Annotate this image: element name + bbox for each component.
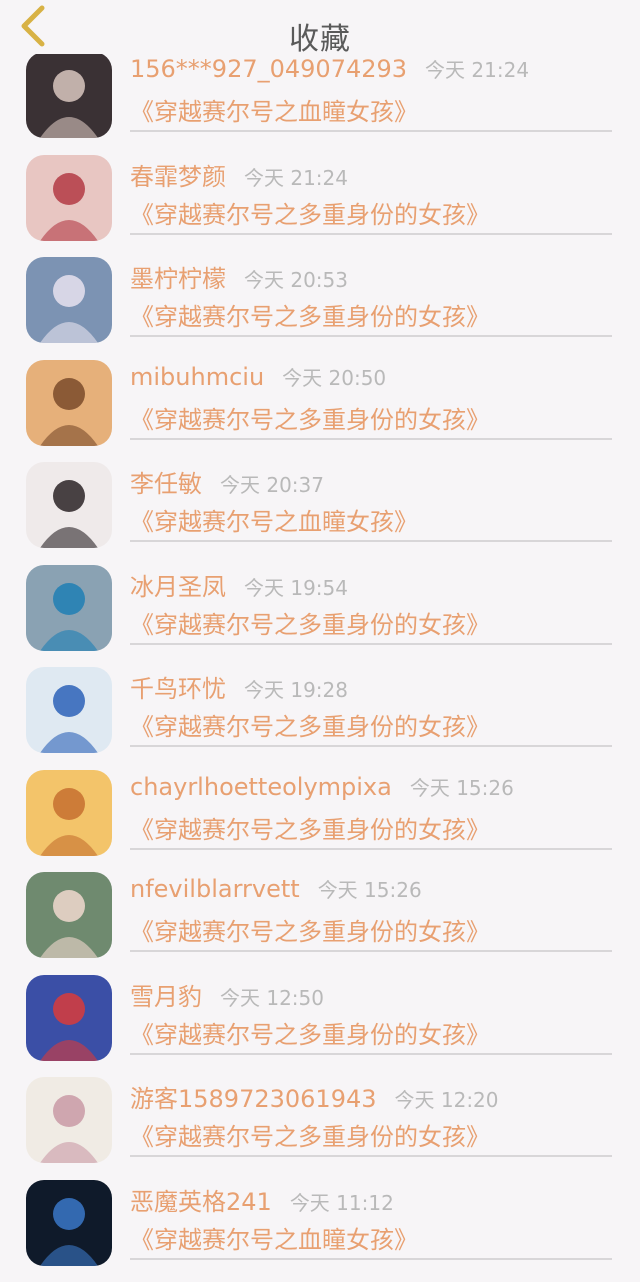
book-title[interactable]: 《穿越赛尔号之血瞳女孩》	[130, 92, 418, 127]
divider	[130, 540, 612, 542]
name-line: 千鸟环忧 今天 19:28	[130, 669, 348, 705]
list-item[interactable]: 156***927_049074293 今天 21:24 《穿越赛尔号之血瞳女孩…	[0, 52, 640, 154]
timestamp: 今天 15:26	[317, 878, 422, 902]
timestamp: 今天 19:28	[244, 678, 348, 702]
list-item[interactable]: 春霏梦颜 今天 21:24 《穿越赛尔号之多重身份的女孩》	[0, 154, 640, 257]
list-item[interactable]: chayrlhoetteolympixa 今天 15:26 《穿越赛尔号之多重身…	[0, 769, 640, 872]
divider	[130, 642, 612, 645]
username[interactable]: nfevilblarrvett	[130, 875, 300, 903]
divider	[130, 950, 612, 952]
divider	[130, 335, 612, 337]
avatar[interactable]	[26, 769, 112, 856]
timestamp: 今天 19:54	[244, 575, 348, 600]
avatar-image	[26, 359, 112, 446]
username[interactable]: 156***927_049074293	[130, 55, 407, 83]
timestamp: 今天 12:20	[394, 1088, 499, 1112]
username[interactable]: 雪月豹	[130, 977, 202, 1012]
list-item[interactable]: 雪月豹 今天 12:50 《穿越赛尔号之多重身份的女孩》	[0, 974, 640, 1077]
avatar[interactable]	[26, 154, 112, 241]
list-item[interactable]: 冰月圣凤 今天 19:54 《穿越赛尔号之多重身份的女孩》	[0, 564, 640, 667]
divider	[130, 437, 612, 440]
list-item[interactable]: nfevilblarrvett 今天 15:26 《穿越赛尔号之多重身份的女孩》	[0, 872, 640, 974]
name-line: 雪月豹 今天 12:50	[130, 977, 324, 1013]
book-title[interactable]: 《穿越赛尔号之多重身份的女孩》	[130, 605, 490, 640]
username[interactable]: 千鸟环忧	[130, 669, 226, 704]
book-title[interactable]: 《穿越赛尔号之多重身份的女孩》	[130, 912, 490, 947]
avatar-image	[26, 52, 112, 138]
name-line: 冰月圣凤 今天 19:54	[130, 567, 348, 603]
book-title[interactable]: 《穿越赛尔号之多重身份的女孩》	[130, 1117, 490, 1152]
avatar[interactable]	[26, 1077, 112, 1163]
avatar-image	[26, 462, 112, 548]
book-title[interactable]: 《穿越赛尔号之多重身份的女孩》	[130, 297, 490, 332]
avatar[interactable]	[26, 872, 112, 958]
timestamp: 今天 20:53	[244, 268, 348, 292]
list-item[interactable]: 千鸟环忧 今天 19:28 《穿越赛尔号之多重身份的女孩》	[0, 667, 640, 769]
username[interactable]: mibuhmciu	[130, 363, 264, 391]
book-title[interactable]: 《穿越赛尔号之多重身份的女孩》	[130, 810, 490, 845]
avatar-image	[26, 154, 112, 241]
book-title[interactable]: 《穿越赛尔号之多重身份的女孩》	[130, 400, 490, 435]
timestamp: 今天 11:12	[289, 1190, 394, 1215]
timestamp: 今天 20:50	[282, 365, 387, 390]
username[interactable]: 墨柠柠檬	[130, 259, 226, 294]
username[interactable]: 恶魔英格241	[130, 1182, 272, 1217]
book-title[interactable]: 《穿越赛尔号之多重身份的女孩》	[130, 1015, 490, 1050]
book-title[interactable]: 《穿越赛尔号之多重身份的女孩》	[130, 195, 490, 230]
avatar[interactable]	[26, 359, 112, 446]
avatar[interactable]	[26, 52, 112, 138]
divider	[130, 1257, 612, 1260]
name-line: 游客1589723061943 今天 12:20	[130, 1079, 499, 1115]
book-title[interactable]: 《穿越赛尔号之血瞳女孩》	[130, 1220, 418, 1255]
avatar-image	[26, 1179, 112, 1266]
avatar-image	[26, 1077, 112, 1163]
name-line: chayrlhoetteolympixa 今天 15:26	[130, 772, 514, 808]
username[interactable]: 李任敏	[130, 464, 202, 499]
page-title: 收藏	[289, 22, 351, 57]
username[interactable]: chayrlhoetteolympixa	[130, 773, 392, 801]
list-item[interactable]: 恶魔英格241 今天 11:12 《穿越赛尔号之血瞳女孩》	[0, 1179, 640, 1282]
avatar-image	[26, 769, 112, 856]
avatar-image	[26, 564, 112, 651]
avatar[interactable]	[26, 462, 112, 548]
timestamp: 今天 20:37	[220, 473, 324, 497]
list-item[interactable]: 游客1589723061943 今天 12:20 《穿越赛尔号之多重身份的女孩》	[0, 1077, 640, 1179]
divider	[130, 1155, 612, 1157]
avatar-image	[26, 257, 112, 343]
avatar[interactable]	[26, 1179, 112, 1266]
divider	[130, 130, 612, 132]
list-item[interactable]: 李任敏 今天 20:37 《穿越赛尔号之血瞳女孩》	[0, 462, 640, 564]
divider	[130, 232, 612, 235]
name-line: 156***927_049074293 今天 21:24	[130, 54, 529, 90]
avatar-image	[26, 667, 112, 753]
name-line: 李任敏 今天 20:37	[130, 464, 324, 500]
list-item[interactable]: mibuhmciu 今天 20:50 《穿越赛尔号之多重身份的女孩》	[0, 359, 640, 462]
name-line: 墨柠柠檬 今天 20:53	[130, 259, 348, 295]
avatar[interactable]	[26, 257, 112, 343]
timestamp: 今天 21:24	[244, 165, 348, 190]
name-line: 恶魔英格241 今天 11:12	[130, 1182, 394, 1218]
username[interactable]: 冰月圣凤	[130, 567, 226, 602]
divider	[130, 745, 612, 747]
name-line: mibuhmciu 今天 20:50	[130, 362, 386, 398]
avatar[interactable]	[26, 974, 112, 1061]
name-line: nfevilblarrvett 今天 15:26	[130, 874, 422, 910]
username[interactable]: 游客1589723061943	[130, 1079, 377, 1114]
divider	[130, 847, 612, 850]
timestamp: 今天 15:26	[409, 775, 514, 800]
timestamp: 今天 21:24	[425, 58, 530, 82]
list-item[interactable]: 墨柠柠檬 今天 20:53 《穿越赛尔号之多重身份的女孩》	[0, 257, 640, 359]
avatar[interactable]	[26, 667, 112, 753]
avatar[interactable]	[26, 564, 112, 651]
name-line: 春霏梦颜 今天 21:24	[130, 157, 348, 193]
timestamp: 今天 12:50	[220, 985, 324, 1010]
username[interactable]: 春霏梦颜	[130, 157, 226, 192]
divider	[130, 1052, 612, 1055]
avatar-image	[26, 872, 112, 958]
book-title[interactable]: 《穿越赛尔号之多重身份的女孩》	[130, 707, 490, 742]
book-title[interactable]: 《穿越赛尔号之血瞳女孩》	[130, 502, 418, 537]
app-header: 收藏	[0, 0, 640, 57]
avatar-image	[26, 974, 112, 1061]
